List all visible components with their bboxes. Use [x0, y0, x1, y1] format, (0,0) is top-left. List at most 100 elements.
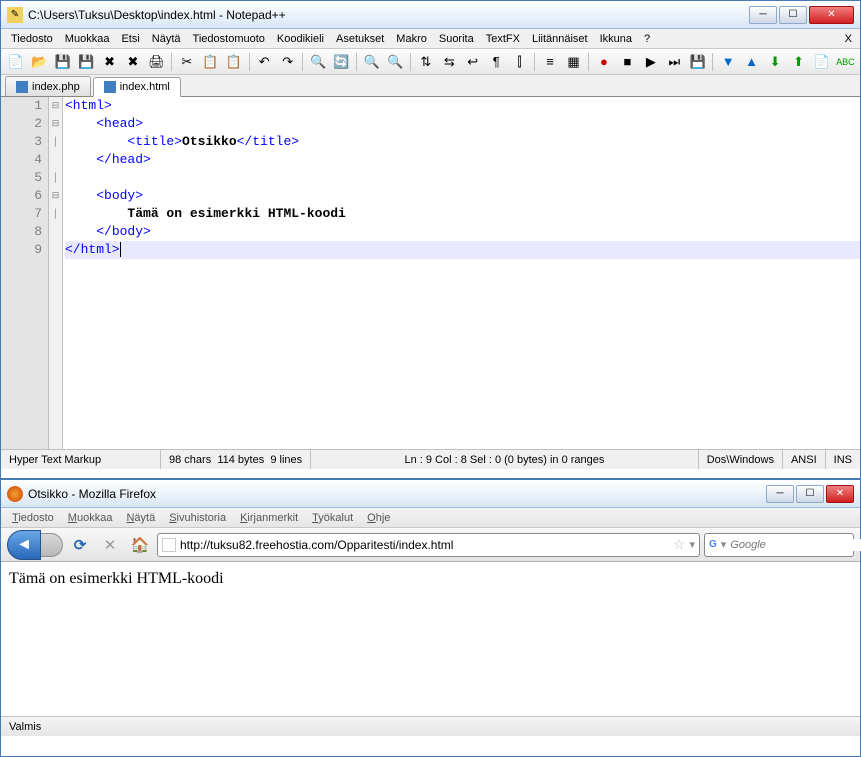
menu-ikkuna[interactable]: Ikkuna: [594, 31, 638, 47]
reload-icon[interactable]: ⟳: [67, 532, 93, 558]
minimize-button[interactable]: ─: [766, 485, 794, 503]
menu-close-icon[interactable]: X: [841, 31, 856, 47]
menu-koodikieli[interactable]: Koodikieli: [271, 31, 330, 47]
new-file-icon[interactable]: 📄: [5, 51, 26, 73]
menu-tiedosto[interactable]: Tiedosto: [5, 510, 61, 526]
func-list-icon[interactable]: ≡: [539, 51, 560, 73]
undo-icon[interactable]: ↶: [253, 51, 274, 73]
find-icon[interactable]: 🔍: [307, 51, 328, 73]
menu-ohje[interactable]: Ohje: [360, 510, 397, 526]
close-all-icon[interactable]: ✖: [122, 51, 143, 73]
code-area[interactable]: <html> <head> <title>Otsikko</title> </h…: [63, 97, 860, 449]
menu-tiedostomuoto[interactable]: Tiedostomuoto: [187, 31, 271, 47]
menu-liitännäiset[interactable]: Liitännäiset: [526, 31, 594, 47]
search-bar[interactable]: G ▾ 🔍: [704, 533, 854, 557]
separator: [171, 53, 172, 71]
ff-navbar: ◄ ⟳ ✕ 🏠 ☆ ▾ G ▾ 🔍: [1, 528, 860, 562]
line-number-gutter[interactable]: 123456789: [1, 97, 49, 449]
ff-title: Otsikko - Mozilla Firefox: [28, 487, 766, 501]
tab-index-php[interactable]: index.php: [5, 76, 91, 96]
save-macro-icon[interactable]: 💾: [687, 51, 708, 73]
menu-textfx[interactable]: TextFX: [480, 31, 526, 47]
separator: [249, 53, 250, 71]
tab-index-html[interactable]: index.html: [93, 77, 181, 97]
record-macro-icon[interactable]: ●: [593, 51, 614, 73]
sync-h-icon[interactable]: ⇆: [439, 51, 460, 73]
code-line-2[interactable]: <head>: [65, 115, 860, 133]
fold-column[interactable]: ⊟⊟││⊟│: [49, 97, 63, 449]
code-line-9[interactable]: </html>: [65, 241, 860, 259]
indent-guide-icon[interactable]: ⫿: [509, 51, 530, 73]
search-engine-dropdown-icon[interactable]: ▾: [721, 538, 727, 551]
menu-makro[interactable]: Makro: [390, 31, 433, 47]
menu-?[interactable]: ?: [638, 31, 656, 47]
code-line-1[interactable]: <html>: [65, 97, 860, 115]
menu-etsi[interactable]: Etsi: [115, 31, 145, 47]
redo-icon[interactable]: ↷: [277, 51, 298, 73]
cut-icon[interactable]: ✂: [176, 51, 197, 73]
save-icon[interactable]: 💾: [52, 51, 73, 73]
page-content[interactable]: Tämä on esimerkki HTML-koodi: [1, 562, 860, 716]
menu-muokkaa[interactable]: Muokkaa: [61, 510, 120, 526]
npp-titlebar[interactable]: ✎ C:\Users\Tuksu\Desktop\index.html - No…: [1, 1, 860, 29]
code-line-8[interactable]: </body>: [65, 223, 860, 241]
url-input[interactable]: [180, 538, 669, 552]
tool4-icon[interactable]: ⬆: [788, 51, 809, 73]
separator: [302, 53, 303, 71]
menu-kirjanmerkit[interactable]: Kirjanmerkit: [233, 510, 305, 526]
zoom-out-icon[interactable]: 🔍: [385, 51, 406, 73]
play-macro-icon[interactable]: ▶: [640, 51, 661, 73]
back-button[interactable]: ◄: [7, 530, 41, 560]
show-all-icon[interactable]: ¶: [485, 51, 506, 73]
ff-titlebar[interactable]: Otsikko - Mozilla Firefox ─ ☐ ✕: [1, 480, 860, 508]
forward-button[interactable]: [41, 533, 63, 557]
editor[interactable]: 123456789 ⊟⊟││⊟│ <html> <head> <title>Ot…: [1, 97, 860, 449]
print-icon[interactable]: 🖨: [146, 51, 167, 73]
bookmark-star-icon[interactable]: ☆: [673, 536, 686, 553]
wordwrap-icon[interactable]: ↩: [462, 51, 483, 73]
code-line-5[interactable]: [65, 169, 860, 187]
code-line-7[interactable]: Tämä on esimerkki HTML-koodi: [65, 205, 860, 223]
menu-sivuhistoria[interactable]: Sivuhistoria: [162, 510, 233, 526]
tool5-icon[interactable]: 📄: [811, 51, 832, 73]
close-file-icon[interactable]: ✖: [99, 51, 120, 73]
minimize-button[interactable]: ─: [749, 6, 777, 24]
tool1-icon[interactable]: ▼: [717, 51, 738, 73]
menu-näytä[interactable]: Näytä: [146, 31, 187, 47]
page-icon: [162, 538, 176, 552]
menu-tiedosto[interactable]: Tiedosto: [5, 31, 59, 47]
menu-näytä[interactable]: Näytä: [119, 510, 162, 526]
menu-muokkaa[interactable]: Muokkaa: [59, 31, 116, 47]
menu-työkalut[interactable]: Työkalut: [305, 510, 360, 526]
close-button[interactable]: ✕: [826, 485, 854, 503]
paste-icon[interactable]: 📋: [223, 51, 244, 73]
code-line-6[interactable]: <body>: [65, 187, 860, 205]
stop-icon[interactable]: ✕: [97, 532, 123, 558]
url-bar[interactable]: ☆ ▾: [157, 533, 700, 557]
code-line-3[interactable]: <title>Otsikko</title>: [65, 133, 860, 151]
spellcheck-icon[interactable]: ABC: [835, 51, 856, 73]
playback-multi-icon[interactable]: ⏭: [664, 51, 685, 73]
google-icon[interactable]: G: [709, 538, 717, 552]
menu-suorita[interactable]: Suorita: [433, 31, 480, 47]
search-input[interactable]: [730, 539, 861, 551]
maximize-button[interactable]: ☐: [779, 6, 807, 24]
open-file-icon[interactable]: 📂: [28, 51, 49, 73]
close-button[interactable]: ✕: [809, 6, 854, 24]
tool2-icon[interactable]: ▲: [741, 51, 762, 73]
save-all-icon[interactable]: 💾: [75, 51, 96, 73]
maximize-button[interactable]: ☐: [796, 485, 824, 503]
doc-map-icon[interactable]: ▦: [563, 51, 584, 73]
code-line-4[interactable]: </head>: [65, 151, 860, 169]
copy-icon[interactable]: 📋: [200, 51, 221, 73]
tool3-icon[interactable]: ⬇: [764, 51, 785, 73]
zoom-in-icon[interactable]: 🔍: [361, 51, 382, 73]
menu-asetukset[interactable]: Asetukset: [330, 31, 390, 47]
sync-v-icon[interactable]: ⇅: [415, 51, 436, 73]
url-dropdown-icon[interactable]: ▾: [689, 538, 695, 551]
replace-icon[interactable]: 🔄: [331, 51, 352, 73]
ff-statusbar: Valmis: [1, 716, 860, 736]
separator: [588, 53, 589, 71]
home-icon[interactable]: 🏠: [127, 532, 153, 558]
stop-macro-icon[interactable]: ■: [617, 51, 638, 73]
